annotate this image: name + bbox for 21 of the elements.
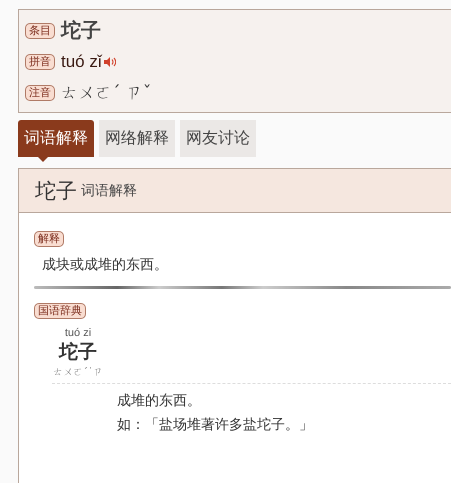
tab[interactable]: 词语解释 bbox=[18, 120, 94, 157]
zhuyin-text: ㄊㄨㄛˊ ㄗˇ bbox=[61, 82, 152, 104]
section-label: 国语辞典 bbox=[34, 303, 86, 319]
entry-word: 坨子 bbox=[61, 17, 101, 44]
field-label: 条目 bbox=[25, 22, 55, 38]
field-label: 注音 bbox=[25, 84, 55, 100]
zhuyin-text: ㄊㄨㄛˊ˙ㄗ bbox=[53, 366, 103, 379]
pinyin-text: tuó zi bbox=[64, 327, 92, 339]
panel-title: 坨子 bbox=[35, 178, 77, 204]
pinyin-text: tuó zǐ bbox=[61, 52, 102, 72]
definition-text: 如：「盐场堆著许多盐坨子。」 bbox=[117, 416, 314, 434]
section-label: 解释 bbox=[34, 231, 64, 247]
tab-pointer bbox=[38, 157, 48, 162]
speaker-icon[interactable] bbox=[104, 56, 116, 66]
explanation-text: 成块或成堆的东西。 bbox=[42, 256, 169, 274]
panel-subtitle: 词语解释 bbox=[81, 182, 137, 200]
field-label: 拼音 bbox=[25, 54, 55, 70]
tab[interactable]: 网络解释 bbox=[99, 120, 175, 157]
dictionary-word: 坨子 bbox=[59, 340, 97, 365]
definition-text: 成堆的东西。 bbox=[117, 392, 202, 410]
tab[interactable]: 网友讨论 bbox=[180, 120, 256, 157]
